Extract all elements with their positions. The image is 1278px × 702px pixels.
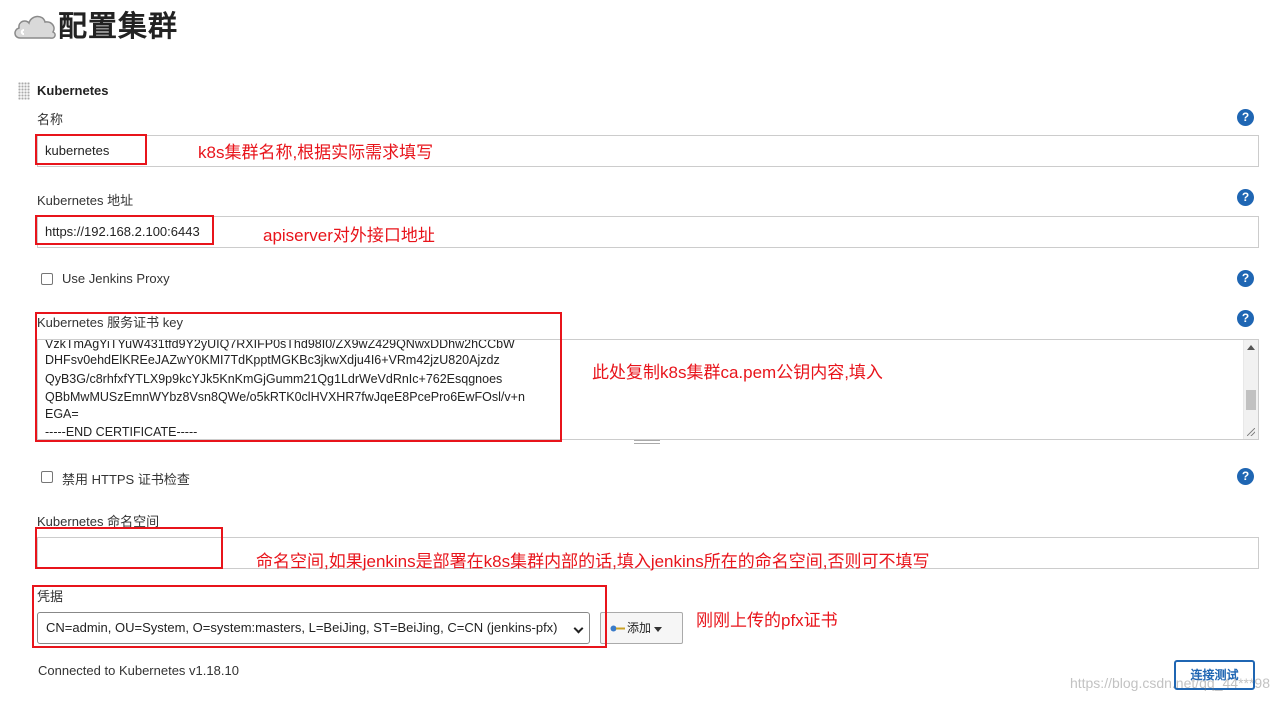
url-label: Kubernetes 地址 (37, 193, 134, 208)
add-credentials-button[interactable]: 添加 (600, 612, 683, 644)
annotation-box-namespace (35, 527, 223, 569)
resize-grip-icon[interactable] (1247, 428, 1255, 436)
help-icon[interactable]: ? (1237, 468, 1254, 485)
help-icon[interactable]: ? (1237, 109, 1254, 126)
annotation-box-credentials (32, 585, 607, 648)
annotation-namespace: 命名空间,如果jenkins是部署在k8s集群内部的话,填入jenkins所在的… (256, 552, 930, 571)
page-title: 配置集群 (58, 11, 179, 43)
https-check-label: 禁用 HTTPS 证书检查 (62, 472, 190, 487)
help-icon[interactable]: ? (1237, 189, 1254, 206)
https-check-checkbox[interactable] (41, 471, 53, 483)
annotation-url: apiserver对外接口地址 (263, 226, 435, 245)
key-icon (610, 625, 625, 632)
help-icon[interactable]: ? (1237, 270, 1254, 287)
annotation-name: k8s集群名称,根据实际需求填写 (198, 143, 434, 162)
scroll-thumb[interactable] (1246, 390, 1256, 410)
name-label: 名称 (37, 112, 64, 127)
textarea-resize-handle[interactable] (634, 440, 660, 444)
caret-down-icon (654, 627, 662, 632)
help-icon[interactable]: ? (1237, 310, 1254, 327)
cloud-icon (14, 15, 56, 39)
annotation-box-name (35, 134, 147, 165)
connection-status: Connected to Kubernetes v1.18.10 (38, 663, 239, 678)
watermark: https://blog.csdn.net/qq_44***98 (1069, 675, 1270, 691)
drag-handle-icon[interactable] (18, 82, 30, 100)
proxy-checkbox[interactable] (41, 273, 53, 285)
proxy-label: Use Jenkins Proxy (62, 271, 170, 286)
annotation-box-url (35, 215, 214, 245)
scroll-up-arrow-icon[interactable] (1247, 345, 1255, 350)
section-title: Kubernetes (37, 83, 109, 98)
annotation-credentials: 刚刚上传的pfx证书 (696, 611, 838, 630)
cert-scrollbar[interactable] (1243, 340, 1258, 439)
annotation-cert: 此处复制k8s集群ca.pem公钥内容,填入 (592, 363, 883, 382)
add-button-label: 添加 (627, 621, 652, 635)
url-input[interactable]: https://192.168.2.100:6443 (37, 216, 1259, 248)
annotation-box-cert (35, 312, 562, 442)
